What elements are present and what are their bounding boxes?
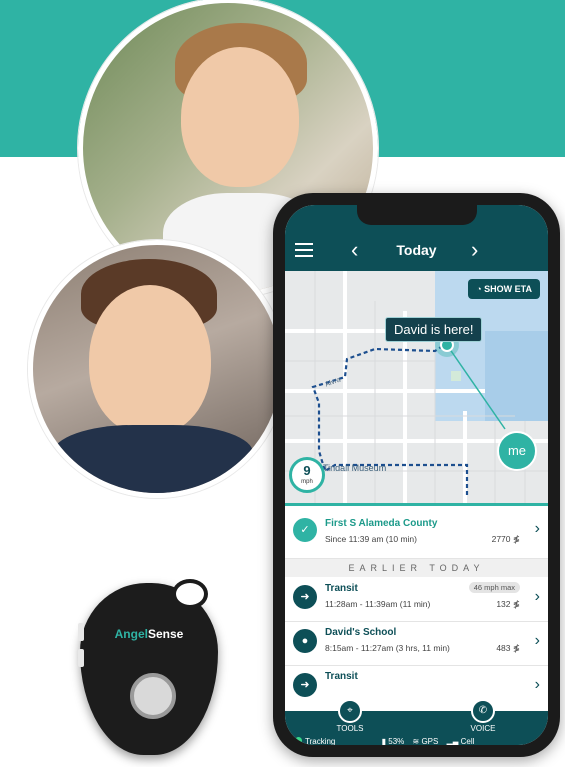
list-item-steps: 132 ≸ xyxy=(496,599,520,609)
gps-label: GPS xyxy=(421,737,439,745)
device-sos-button xyxy=(130,673,176,719)
device-status-row: Tracking ▮ 53% ≋ GPS ▂▄ Cell xyxy=(285,735,548,745)
list-item-title: David's School xyxy=(325,627,397,638)
current-location-steps: 2770 ≸ xyxy=(491,534,520,544)
cell-label: Cell xyxy=(460,737,475,745)
current-location-row[interactable]: ✓ First S Alameda County Since 11:39 am … xyxy=(285,503,548,559)
signal-icon: ▂▄ xyxy=(446,737,459,745)
map-place-label: Tindall Museum xyxy=(323,463,387,473)
date-title: Today xyxy=(396,242,437,258)
list-item-transit-1[interactable]: ➜ Transit 46 mph max 11:28am - 11:39am (… xyxy=(285,577,548,622)
list-item-school[interactable]: ● David's School 8:15am - 11:27am (3 hrs… xyxy=(285,621,548,666)
app-header: ‹ Today › xyxy=(285,231,548,271)
device-side-key xyxy=(78,649,84,667)
teen-shirt xyxy=(53,425,253,493)
chevron-right-icon: › xyxy=(534,676,540,693)
gps-tracker-device: AngelSense xyxy=(78,579,218,755)
teen-photo xyxy=(28,240,286,498)
brand-suffix: Sense xyxy=(147,627,184,641)
device-brand-logo: AngelSense xyxy=(80,627,218,641)
list-item-title: Transit xyxy=(325,583,358,594)
location-check-icon: ✓ xyxy=(293,518,317,542)
status-bar xyxy=(285,205,548,231)
battery-label: 53% xyxy=(388,737,405,745)
phone-icon: ✆ xyxy=(471,699,495,723)
brand-prefix: Angel xyxy=(114,627,148,641)
speed-unit: mph xyxy=(301,479,313,485)
chevron-right-icon[interactable]: › xyxy=(471,239,478,261)
wifi-icon: ≋ xyxy=(412,737,420,745)
phone-screen: ‹ Today › ◔ SHOW ETA David is here! Alvr… xyxy=(285,205,548,745)
child-face xyxy=(181,47,299,187)
show-eta-label: SHOW ETA xyxy=(484,284,532,294)
voice-label: VOICE xyxy=(470,724,496,733)
list-item-time: 11:28am - 11:39am (11 min) xyxy=(325,599,431,609)
show-eta-button[interactable]: ◔ SHOW ETA xyxy=(468,279,540,299)
device-lanyard-loop xyxy=(172,579,208,609)
list-item-time: 8:15am - 11:27am (3 hrs, 11 min) xyxy=(325,643,450,653)
speed-indicator: 9 mph xyxy=(289,457,325,493)
location-pin-icon: ⌖ xyxy=(338,699,362,723)
list-item-title: Transit xyxy=(325,671,358,682)
battery-icon: ▮ xyxy=(381,737,387,745)
water-area-2 xyxy=(485,331,548,421)
speed-value: 9 xyxy=(303,463,311,478)
chevron-right-icon: › xyxy=(534,632,540,649)
bottom-bar: ⌖ TOOLS ✆ VOICE Tracking ▮ 53% ≋ GPS ▂▄ … xyxy=(285,699,548,745)
earlier-today-header: EARLIER TODAY xyxy=(285,559,548,577)
current-location-title: First S Alameda County xyxy=(325,518,438,529)
max-speed-badge: 46 mph max xyxy=(468,582,520,593)
smartphone: ‹ Today › ◔ SHOW ETA David is here! Alvr… xyxy=(273,193,560,757)
teen-face xyxy=(89,285,211,435)
location-bubble: David is here! xyxy=(385,317,483,342)
tools-button[interactable]: ⌖ TOOLS xyxy=(285,699,415,735)
tracking-label: Tracking xyxy=(305,737,336,745)
chevron-right-icon: › xyxy=(534,520,540,537)
transit-icon: ➜ xyxy=(293,585,317,609)
current-location-time: Since 11:39 am (10 min) xyxy=(325,534,417,544)
voice-button[interactable]: ✆ VOICE xyxy=(418,699,548,735)
chevron-right-icon: › xyxy=(534,588,540,605)
phone-notch xyxy=(357,205,477,225)
map-view[interactable]: ◔ SHOW ETA David is here! Alvra Tindall … xyxy=(285,271,548,503)
tracking-status-dot xyxy=(295,737,302,744)
location-pin-icon: ● xyxy=(293,629,317,653)
list-item-steps: 483 ≸ xyxy=(496,643,520,653)
list-item-transit-2[interactable]: ➜ Transit › xyxy=(285,665,548,709)
park-area xyxy=(451,371,461,381)
clock-icon: ◔ xyxy=(476,284,485,294)
tools-label: TOOLS xyxy=(336,724,364,733)
timeline-list: ✓ First S Alameda County Since 11:39 am … xyxy=(285,503,548,711)
transit-icon: ➜ xyxy=(293,673,317,697)
me-location-button[interactable]: me xyxy=(497,431,537,471)
